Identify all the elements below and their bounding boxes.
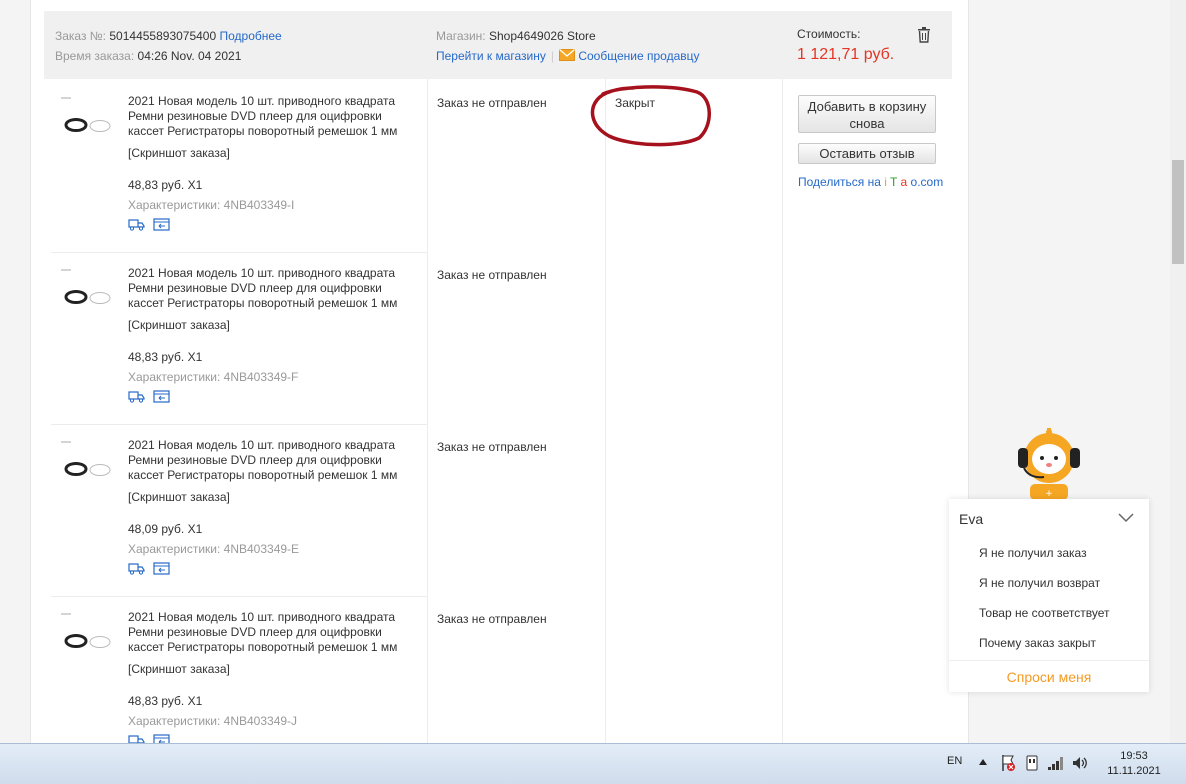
keyboard-language[interactable]: EN xyxy=(947,755,962,767)
order-page: Заказ №: 5014455893075400 Подробнее Врем… xyxy=(30,0,969,743)
power-plug-icon[interactable] xyxy=(1024,754,1040,772)
ask-me-button[interactable]: Спроси меня xyxy=(949,660,1149,693)
clock-time: 19:53 xyxy=(1094,749,1174,764)
order-item: 2021 Новая модель 10 шт. приводного квад… xyxy=(51,252,427,425)
order-details-link[interactable]: Подробнее xyxy=(220,29,282,43)
order-snapshot-link[interactable]: [Скриншот заказа] xyxy=(128,318,230,332)
itao-letter: a xyxy=(901,175,908,189)
volume-speaker-icon[interactable] xyxy=(1071,755,1089,771)
action-center-flag-icon[interactable] xyxy=(1000,754,1016,772)
assistant-question[interactable]: Почему заказ закрыт xyxy=(979,636,1096,650)
item-status: Заказ не отправлен xyxy=(437,96,547,110)
order-item: 2021 Новая модель 10 шт. приводного квад… xyxy=(51,80,427,253)
system-clock[interactable]: 19:53 11.11.2021 xyxy=(1094,749,1174,779)
return-box-icon[interactable] xyxy=(153,736,170,743)
characteristics-label: Характеристики: xyxy=(128,370,220,384)
product-thumbnail[interactable] xyxy=(55,252,115,312)
column-divider xyxy=(427,79,428,743)
assistant-question[interactable]: Товар не соответствует xyxy=(979,606,1109,620)
tray-expand-arrow-icon[interactable] xyxy=(978,758,988,766)
order-snapshot-link[interactable]: [Скриншот заказа] xyxy=(128,662,230,676)
hand-drawn-circle-annotation xyxy=(589,80,715,150)
column-divider xyxy=(605,79,606,743)
network-signal-icon[interactable] xyxy=(1047,755,1065,771)
leave-review-button[interactable]: Оставить отзыв xyxy=(798,143,936,164)
assistant-robot-mascot-icon[interactable]: + xyxy=(1016,428,1082,500)
header-separator: | xyxy=(551,49,554,63)
store-name: Shop4649026 Store xyxy=(489,29,596,43)
return-box-icon[interactable] xyxy=(153,392,170,406)
share-itao-link[interactable]: Поделиться на i T a o.com xyxy=(798,175,943,189)
order-cost: 1 121,71 руб. xyxy=(797,46,894,64)
item-status: Заказ не отправлен xyxy=(437,612,547,626)
chevron-down-icon[interactable] xyxy=(1117,511,1135,526)
order-snapshot-link[interactable]: [Скриншот заказа] xyxy=(128,490,230,504)
order-number-label: Заказ №: xyxy=(55,29,106,43)
share-prefix: Поделиться на xyxy=(798,175,884,189)
message-seller-link[interactable]: Сообщение продавцу xyxy=(578,49,699,63)
characteristics-label: Характеристики: xyxy=(128,714,220,728)
product-thumbnail[interactable] xyxy=(55,596,115,656)
add-to-cart-again-button[interactable]: Добавить в корзину снова xyxy=(798,95,936,133)
product-thumbnail[interactable] xyxy=(55,80,115,140)
characteristics-value: 4NB403349-E xyxy=(224,542,299,556)
go-to-store-link[interactable]: Перейти к магазину xyxy=(436,49,546,63)
order-item: 2021 Новая модель 10 шт. приводного квад… xyxy=(51,424,427,597)
itao-domain: .com xyxy=(917,175,943,189)
order-item: 2021 Новая модель 10 шт. приводного квад… xyxy=(51,596,427,743)
envelope-icon[interactable] xyxy=(559,49,575,63)
product-title[interactable]: 2021 Новая модель 10 шт. приводного квад… xyxy=(128,94,420,139)
scrollbar-track[interactable] xyxy=(1170,0,1186,743)
order-time: 04:26 Nov. 04 2021 xyxy=(138,49,242,63)
item-price: 48,09 руб. X1 xyxy=(128,522,202,536)
return-box-icon[interactable] xyxy=(153,564,170,578)
characteristics-value: 4NB403349-J xyxy=(224,714,297,728)
product-thumbnail[interactable] xyxy=(55,424,115,484)
order-number: 5014455893075400 xyxy=(109,29,216,43)
assistant-question[interactable]: Я не получил заказ xyxy=(979,546,1087,560)
itao-letter: T xyxy=(890,175,897,189)
order-time-label: Время заказа: xyxy=(55,49,134,63)
delivery-truck-icon[interactable] xyxy=(128,392,145,406)
item-status: Заказ не отправлен xyxy=(437,268,547,282)
delivery-truck-icon[interactable] xyxy=(128,736,145,743)
characteristics-label: Характеристики: xyxy=(128,542,220,556)
assistant-name: Eva xyxy=(959,511,983,527)
store-label: Магазин: xyxy=(436,29,486,43)
delivery-truck-icon[interactable] xyxy=(128,564,145,578)
order-header: Заказ №: 5014455893075400 Подробнее Врем… xyxy=(44,11,952,79)
item-status: Заказ не отправлен xyxy=(437,440,547,454)
cost-label: Стоимость: xyxy=(797,27,860,41)
item-price: 48,83 руб. X1 xyxy=(128,178,202,192)
characteristics-label: Характеристики: xyxy=(128,198,220,212)
item-price: 48,83 руб. X1 xyxy=(128,350,202,364)
clock-date: 11.11.2021 xyxy=(1094,764,1174,779)
return-box-icon[interactable] xyxy=(153,220,170,234)
product-title[interactable]: 2021 Новая модель 10 шт. приводного квад… xyxy=(128,438,420,483)
assistant-question[interactable]: Я не получил возврат xyxy=(979,576,1100,590)
column-divider xyxy=(782,79,783,743)
delivery-truck-icon[interactable] xyxy=(128,220,145,234)
item-price: 48,83 руб. X1 xyxy=(128,694,202,708)
order-snapshot-link[interactable]: [Скриншот заказа] xyxy=(128,146,230,160)
scrollbar-thumb[interactable] xyxy=(1172,160,1184,264)
product-title[interactable]: 2021 Новая модель 10 шт. приводного квад… xyxy=(128,610,420,655)
product-title[interactable]: 2021 Новая модель 10 шт. приводного квад… xyxy=(128,266,420,311)
windows-taskbar: EN 19:53 11.11.2021 xyxy=(0,743,1186,784)
assistant-chat-panel: Eva Я не получил заказ Я не получил возв… xyxy=(949,499,1149,692)
characteristics-value: 4NB403349-F xyxy=(224,370,299,384)
itao-letter: i xyxy=(884,175,887,189)
characteristics-value: 4NB403349-I xyxy=(224,198,295,212)
svg-text:+: + xyxy=(1045,489,1053,499)
trash-icon[interactable] xyxy=(917,27,931,46)
